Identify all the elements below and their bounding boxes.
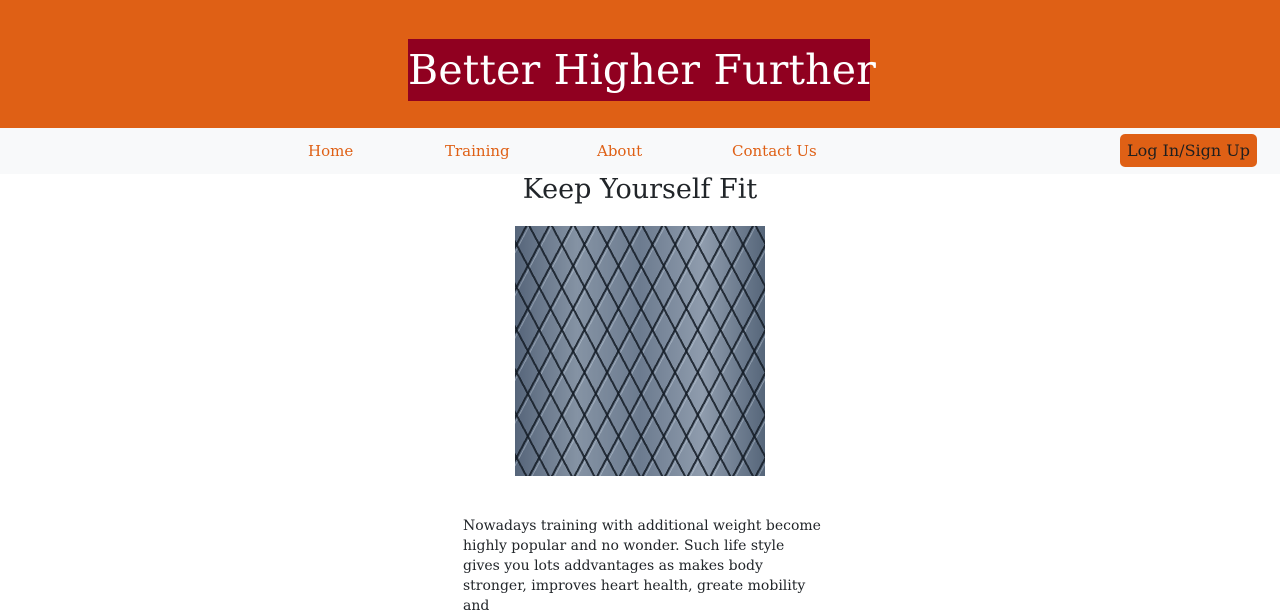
nav-link-training[interactable]: Training	[445, 128, 510, 174]
page-title: Keep Yourself Fit	[522, 174, 758, 205]
site-brand-title: Better Higher Further	[408, 39, 876, 101]
nav-link-about[interactable]: About	[597, 128, 642, 174]
nav-link-home[interactable]: Home	[308, 128, 353, 174]
article-paragraph: Nowadays training with additional weight…	[463, 518, 821, 614]
nav-link-contact-us[interactable]: Contact Us	[732, 128, 817, 174]
main-navbar: Home Training About Contact Us Log In/Si…	[0, 128, 1280, 174]
login-signup-button[interactable]: Log In/Sign Up	[1120, 134, 1257, 167]
site-header: Better Higher Further	[0, 0, 1280, 128]
diamond-plate-image	[515, 226, 765, 476]
